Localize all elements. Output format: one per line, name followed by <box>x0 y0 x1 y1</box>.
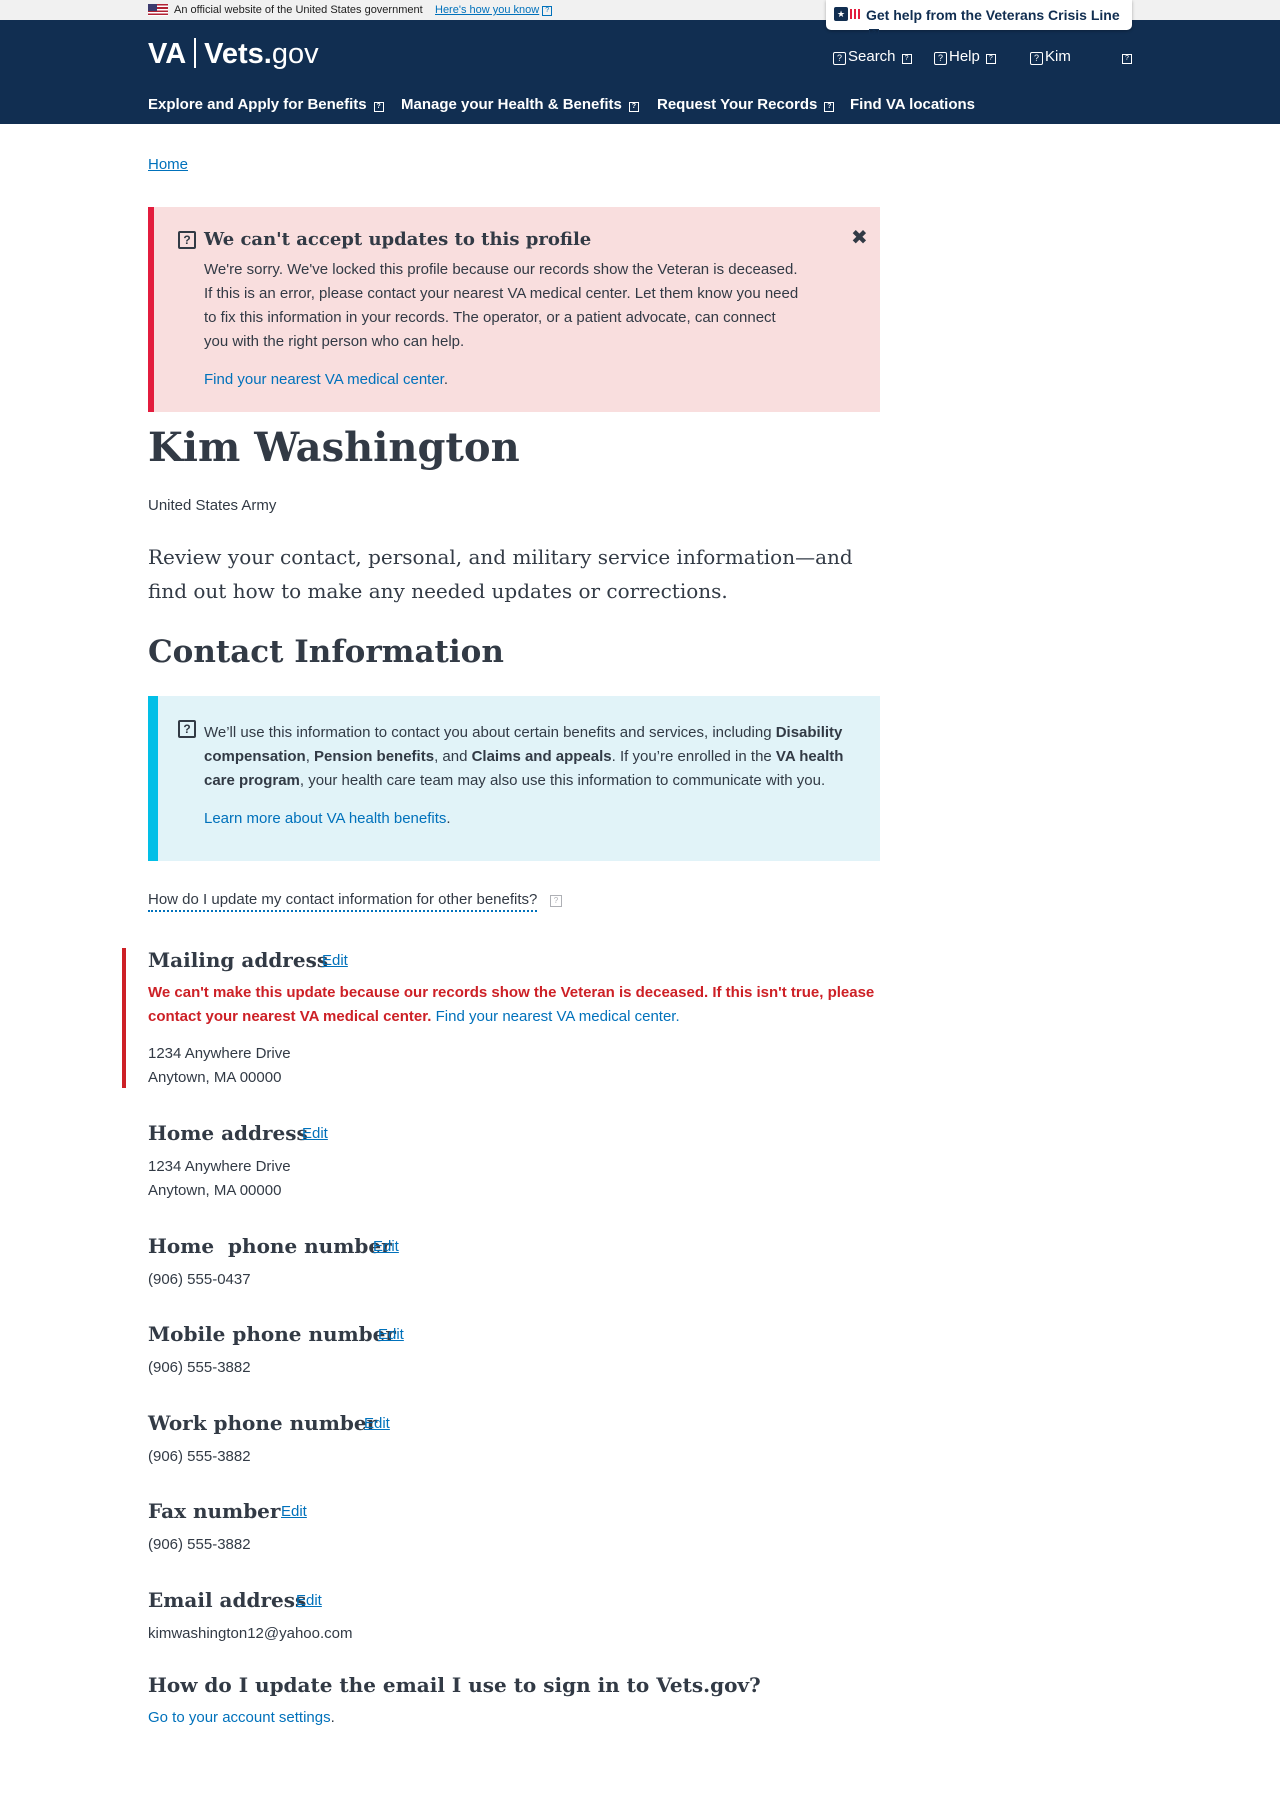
mobile-phone-value: (906) 555-3882 <box>148 1359 251 1376</box>
nav-manage-label: Manage your Health & Benefits <box>401 96 622 113</box>
nav-records-dropdown-icon: ? <box>824 102 835 112</box>
help-button[interactable]: ? Help? <box>934 48 996 65</box>
nav-request-records[interactable]: Request Your Records? <box>657 96 835 113</box>
nav-manage-health[interactable]: Manage your Health & Benefits? <box>401 96 639 113</box>
mailing-error-message: We can't make this update because our re… <box>148 984 875 1025</box>
nav-explore-dropdown-icon: ? <box>373 102 384 112</box>
home-phone-title: Home phone number <box>148 1234 392 1258</box>
expand-icon: ? <box>542 6 553 16</box>
edit-work-phone-button[interactable]: Edit <box>364 1415 390 1432</box>
alert-title: We can't accept updates to this profile <box>204 229 592 250</box>
email-address-title: Email address <box>148 1588 307 1612</box>
breadcrumb-home[interactable]: Home <box>148 156 188 173</box>
signin-email-heading: How do I update the email I use to sign … <box>148 1673 761 1697</box>
page-title: Kim Washington <box>148 424 520 471</box>
mailing-address-value: 1234 Anywhere Drive Anytown, MA 00000 <box>148 1045 291 1086</box>
user-label: Kim <box>1045 48 1071 65</box>
home-phone-value: (906) 555-0437 <box>148 1271 251 1288</box>
work-phone-title: Work phone number <box>148 1411 378 1435</box>
logo-divider <box>194 38 197 68</box>
user-dropdown-icon: ? <box>1122 54 1132 64</box>
crisis-line-label: Get help from the Veterans Crisis Line <box>866 7 1120 23</box>
account-settings-wrapper: Go to your account settings. <box>148 1709 335 1726</box>
nav-explore-benefits[interactable]: Explore and Apply for Benefits? <box>148 96 384 113</box>
logo-gov: gov <box>271 38 319 70</box>
expand-icon: ? <box>550 895 562 907</box>
crisis-line-icon: ★ <box>834 7 864 23</box>
intro-text: Review your contact, personal, and milit… <box>148 545 853 603</box>
work-phone-value: (906) 555-3882 <box>148 1448 251 1465</box>
how-you-know-label: Here's how you know <box>435 4 540 16</box>
contact-info-alert: ? We’ll use this information to contact … <box>148 696 880 861</box>
info-alert-body: We’ll use this information to contact yo… <box>204 724 844 789</box>
edit-fax-button[interactable]: Edit <box>281 1503 307 1520</box>
edit-mobile-phone-button[interactable]: Edit <box>378 1326 404 1343</box>
nav-locations-label: Find VA locations <box>850 96 976 113</box>
account-settings-link[interactable]: Go to your account settings <box>148 1709 331 1726</box>
search-icon: ? <box>833 52 846 65</box>
nav-manage-dropdown-icon: ? <box>628 102 639 112</box>
home-address-value: 1234 Anywhere Drive Anytown, MA 00000 <box>148 1158 291 1199</box>
alert-link-suffix: . <box>443 371 449 388</box>
edit-home-address-button[interactable]: Edit <box>302 1125 328 1142</box>
mobile-phone-title: Mobile phone number <box>148 1322 396 1346</box>
search-dropdown-icon: ? <box>901 54 912 64</box>
alert-link-wrapper: Find your nearest VA medical center. <box>204 371 448 388</box>
how-update-contact-toggle[interactable]: How do I update my contact information f… <box>148 891 538 912</box>
nav-find-locations[interactable]: Find VA locations <box>850 96 975 113</box>
info-icon: ? <box>178 720 196 738</box>
veterans-crisis-line-button[interactable]: ★ Get help from the Veterans Crisis Line… <box>826 0 1132 39</box>
find-medical-center-link[interactable]: Find your nearest VA medical center <box>204 371 444 388</box>
fax-number-value: (906) 555-3882 <box>148 1536 251 1553</box>
official-website-text: An official website of the United States… <box>174 4 423 16</box>
close-icon[interactable]: ✖ <box>851 225 868 250</box>
account-settings-suffix: . <box>330 1709 335 1726</box>
edit-home-phone-button[interactable]: Edit <box>373 1238 399 1255</box>
alert-icon: ? <box>178 231 196 249</box>
user-menu-button[interactable]: ? Kim <box>1030 48 1071 65</box>
alert-body: We're sorry. We've locked this profile b… <box>204 261 799 350</box>
nav-explore-label: Explore and Apply for Benefits <box>148 96 367 113</box>
logo-va: VA <box>148 38 187 70</box>
crisis-line-expand-icon: ? <box>869 29 879 39</box>
logo-vets: Vets. <box>204 38 272 70</box>
how-you-know-link[interactable]: Here's how you know? <box>435 4 553 16</box>
search-button[interactable]: ? Search? <box>833 48 912 65</box>
email-address-value: kimwashington12@yahoo.com <box>148 1625 353 1642</box>
contact-section-title: Contact Information <box>148 634 504 670</box>
help-icon: ? <box>934 52 947 65</box>
mailing-error-bar <box>122 948 126 1088</box>
user-menu-dropdown[interactable]: ? <box>1116 48 1132 65</box>
learn-health-benefits-link[interactable]: Learn more about VA health benefits <box>204 810 446 827</box>
mailing-find-medical-center-link[interactable]: Find your nearest VA medical center. <box>436 1008 680 1025</box>
user-icon: ? <box>1030 52 1043 65</box>
profile-locked-alert: ? We can't accept updates to this profil… <box>148 207 880 412</box>
search-label: Search <box>848 48 896 65</box>
vets-gov-logo[interactable]: VA Vets.gov <box>148 38 319 71</box>
help-dropdown-icon: ? <box>985 54 996 64</box>
us-flag-icon <box>148 4 168 16</box>
info-link-suffix: . <box>446 810 451 827</box>
fax-number-title: Fax number <box>148 1499 281 1523</box>
nav-records-label: Request Your Records <box>657 96 818 113</box>
edit-email-button[interactable]: Edit <box>296 1592 322 1609</box>
mailing-address-title: Mailing address <box>148 948 329 972</box>
home-address-title: Home address <box>148 1121 308 1145</box>
info-link-wrapper: Learn more about VA health benefits. <box>204 810 451 827</box>
help-label: Help <box>949 48 980 65</box>
edit-mailing-address-button[interactable]: Edit <box>322 952 348 969</box>
service-branch: United States Army <box>148 497 277 514</box>
